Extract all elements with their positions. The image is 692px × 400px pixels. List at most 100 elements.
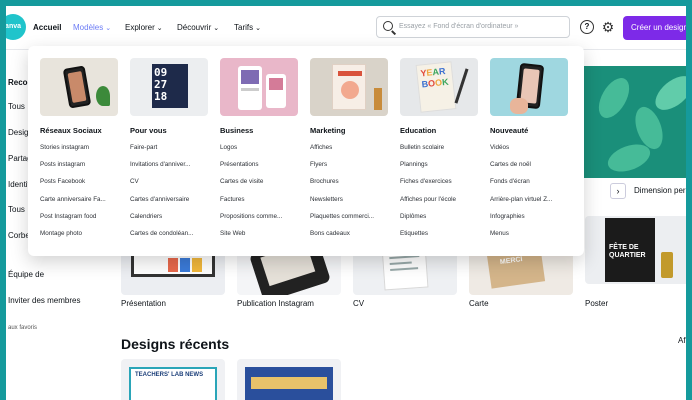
dropdown-link[interactable]: Stories instagram — [40, 144, 120, 161]
dropdown-link[interactable]: Post Instagram food — [40, 213, 120, 230]
dropdown-link[interactable]: Carte anniversaire Fa... — [40, 196, 120, 213]
dropdown-link[interactable]: Plannings — [400, 161, 480, 178]
column-title[interactable]: Nouveauté — [490, 126, 570, 135]
dropdown-link[interactable]: CV — [130, 178, 210, 195]
recent-card-title: TEACHERS' LAB NEWS — [135, 372, 204, 378]
nav-explore-label: Explorer — [125, 23, 155, 32]
thumbnail-new[interactable] — [490, 58, 568, 116]
nav-discover-label: Découvrir — [177, 23, 212, 32]
template-label-poster[interactable]: Poster — [585, 299, 608, 308]
dropdown-link[interactable]: Etiquettes — [400, 230, 480, 247]
recent-design-card[interactable]: TEACHERS' LAB NEWS — [121, 359, 225, 400]
scroll-right-button[interactable]: › — [610, 183, 626, 199]
template-label-card[interactable]: Carte — [469, 299, 489, 308]
template-card-presentation[interactable] — [121, 251, 225, 295]
thumbnail-education[interactable]: YEAR BOOK — [400, 58, 478, 116]
search-input[interactable]: Essayez « Fond d'écran d'ordinateur » — [376, 16, 570, 38]
column-title[interactable]: Réseaux Sociaux — [40, 126, 120, 135]
dropdown-link[interactable]: Cartes de noël — [490, 161, 570, 178]
dropdown-column-for-you: 09 27 18 Pour vous Faire-part Invitation… — [130, 58, 210, 247]
dropdown-link[interactable]: Calendriers — [130, 213, 210, 230]
chevron-down-icon: ⌄ — [255, 25, 261, 32]
favorites-link[interactable]: aux favoris — [8, 325, 37, 331]
create-design-button[interactable]: Créer un design — [623, 16, 686, 40]
poster-text: FÊTE DE QUARTIER — [609, 244, 646, 259]
dropdown-link[interactable]: Présentations — [220, 161, 300, 178]
template-label-instagram[interactable]: Publication Instagram — [237, 299, 314, 308]
help-icon[interactable]: ? — [580, 20, 594, 34]
nav-home-label: Accueil — [33, 23, 62, 32]
nav-pricing-label: Tarifs — [234, 23, 254, 32]
dropdown-column-social: Réseaux Sociaux Stories instagram Posts … — [40, 58, 120, 247]
thumbnail-for-you[interactable]: 09 27 18 — [130, 58, 208, 116]
nav-pricing[interactable]: Tarifs ⌄ — [234, 23, 261, 32]
dropdown-link[interactable]: Cartes de visite — [220, 178, 300, 195]
column-title[interactable]: Education — [400, 126, 480, 135]
dropdown-column-business: Business Logos Présentations Cartes de v… — [220, 58, 300, 247]
chevron-down-icon: ⌄ — [156, 25, 163, 32]
yearbook-letter: R — [438, 65, 446, 77]
template-card-instagram[interactable] — [237, 251, 341, 295]
dropdown-link[interactable]: Arrière-plan virtuel Z... — [490, 196, 570, 213]
dropdown-link[interactable]: Factures — [220, 196, 300, 213]
recent-designs-title: Designs récents — [121, 336, 230, 352]
dropdown-link[interactable]: Faire-part — [130, 144, 210, 161]
dropdown-link[interactable]: Fonds d'écran — [490, 178, 570, 195]
nav-home[interactable]: Accueil — [33, 23, 61, 32]
dropdown-link[interactable]: Diplômes — [400, 213, 480, 230]
top-navigation: Canva Accueil Modèles⌄ Explorer⌄ Découvr… — [6, 6, 686, 50]
thumbnail-social[interactable] — [40, 58, 118, 116]
dropdown-column-marketing: Marketing Affiches Flyers Brochures News… — [310, 58, 390, 247]
templates-dropdown-menu: Réseaux Sociaux Stories instagram Posts … — [28, 46, 584, 256]
sidebar-item-all-folders[interactable]: Tous — [8, 205, 25, 214]
template-card-cv[interactable] — [353, 251, 457, 295]
nav-explore[interactable]: Explorer ⌄ — [125, 23, 163, 32]
nav-discover[interactable]: Découvrir ⌄ — [177, 23, 219, 32]
app-window: Recommandé Tous Designs Partagés Identit… — [6, 6, 686, 400]
dropdown-link[interactable]: Plaquettes commerci... — [310, 213, 390, 230]
template-card-card[interactable]: MERCI — [469, 251, 573, 295]
view-all-link[interactable]: Af — [678, 336, 686, 345]
dropdown-link[interactable]: Vidéos — [490, 144, 570, 161]
column-title[interactable]: Marketing — [310, 126, 390, 135]
thumbnail-marketing[interactable] — [310, 58, 388, 116]
dropdown-link[interactable]: Cartes de condoléan... — [130, 230, 210, 247]
dropdown-link[interactable]: Propositions comme... — [220, 213, 300, 230]
card-merci-text: MERCI — [499, 256, 523, 267]
column-title[interactable]: Business — [220, 126, 300, 135]
dropdown-link[interactable]: Invitations d'anniver... — [130, 161, 210, 178]
hero-banner — [582, 66, 686, 178]
nav-templates[interactable]: Modèles ⌄ — [73, 23, 111, 32]
dropdown-link[interactable]: Affiches — [310, 144, 390, 161]
column-title[interactable]: Pour vous — [130, 126, 210, 135]
template-card-poster[interactable]: FÊTE DE QUARTIER — [585, 216, 686, 284]
dropdown-link[interactable]: Fiches d'exercices — [400, 178, 480, 195]
thumbnail-business[interactable] — [220, 58, 298, 116]
dropdown-link[interactable]: Posts Facebook — [40, 178, 120, 195]
dropdown-link[interactable]: Affiches pour l'école — [400, 196, 480, 213]
filter-chip-custom-size[interactable]: Dimension pers — [634, 186, 686, 195]
gear-icon[interactable]: ⚙ — [600, 19, 616, 35]
dropdown-link[interactable]: Brochures — [310, 178, 390, 195]
dropdown-link[interactable]: Bons cadeaux — [310, 230, 390, 247]
template-label-cv[interactable]: CV — [353, 299, 364, 308]
dropdown-link[interactable]: Menus — [490, 230, 570, 247]
invite-members-link[interactable]: Inviter des membres — [8, 296, 80, 305]
recent-design-card[interactable] — [237, 359, 341, 400]
dropdown-link[interactable]: Site Web — [220, 230, 300, 247]
dropdown-link[interactable]: Bulletin scolaire — [400, 144, 480, 161]
dropdown-link[interactable]: Montage photo — [40, 230, 120, 247]
dropdown-link[interactable]: Posts instagram — [40, 161, 120, 178]
search-placeholder: Essayez « Fond d'écran d'ordinateur » — [399, 23, 519, 30]
dropdown-link[interactable]: Cartes d'anniversaire — [130, 196, 210, 213]
sidebar-item-all[interactable]: Tous — [8, 102, 25, 111]
team-label[interactable]: Équipe de — [8, 270, 44, 279]
canva-logo[interactable]: Canva — [6, 14, 26, 40]
dropdown-link[interactable]: Infographies — [490, 213, 570, 230]
search-icon — [383, 21, 393, 31]
dropdown-link[interactable]: Newsletters — [310, 196, 390, 213]
template-label-presentation[interactable]: Présentation — [121, 299, 166, 308]
dropdown-link[interactable]: Logos — [220, 144, 300, 161]
dropdown-link[interactable]: Flyers — [310, 161, 390, 178]
chevron-down-icon: ⌄ — [213, 25, 220, 32]
